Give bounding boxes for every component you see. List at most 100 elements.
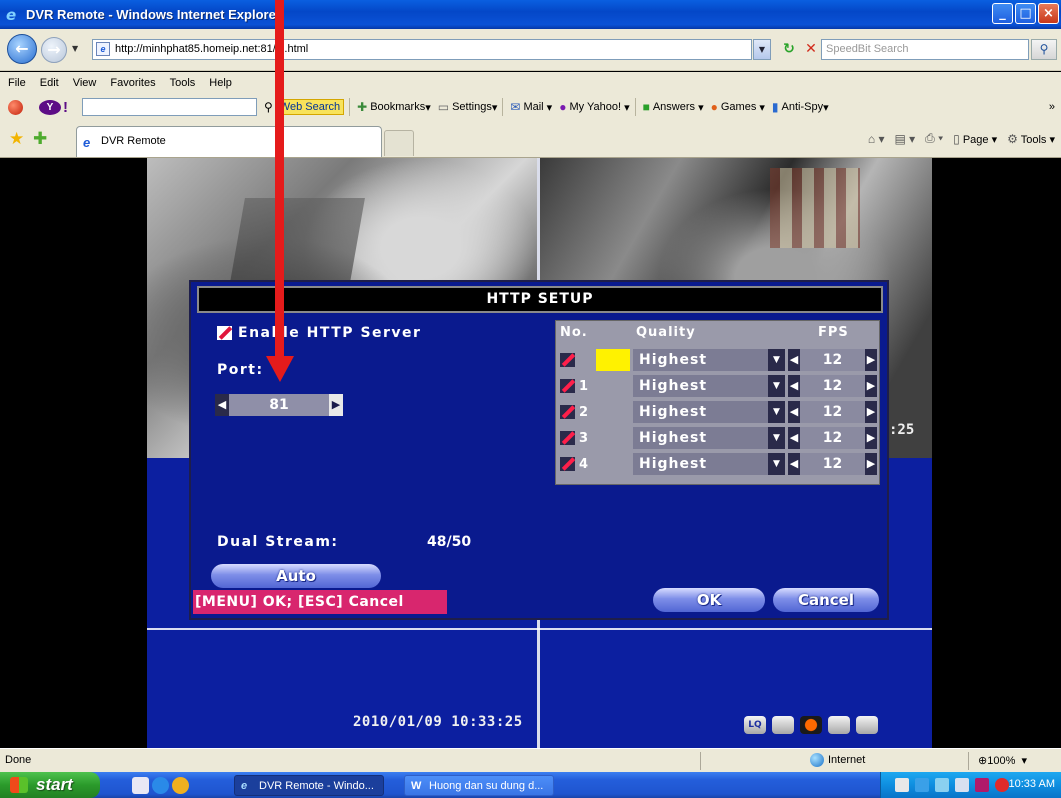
stream-quality[interactable]: Highest — [633, 349, 785, 371]
stream-checkbox[interactable] — [560, 353, 575, 367]
maximize-button[interactable]: □ — [1015, 3, 1036, 24]
quality-dropdown-icon[interactable]: ▼ — [768, 349, 785, 371]
bookmarks-button[interactable]: ✚ Bookmarks ▾ — [357, 100, 431, 114]
stream-row[interactable]: Highest ▼ ◀ 12 ▶ — [556, 347, 881, 373]
firefox-quicklaunch-icon[interactable] — [172, 777, 189, 794]
back-button[interactable]: ← — [7, 34, 37, 64]
zoom-control[interactable]: ⊕100% ▾ — [978, 754, 1027, 767]
quality-dropdown-icon[interactable]: ▼ — [768, 453, 785, 475]
anti-spy-button[interactable]: ▮ Anti-Spy ▾ — [772, 100, 829, 114]
quality-dropdown-icon[interactable]: ▼ — [768, 401, 785, 423]
port-spinner[interactable]: ◀ 81 ▶ — [215, 394, 343, 416]
port-increment-icon[interactable]: ▶ — [329, 394, 343, 416]
lq-icon[interactable]: LQ — [744, 716, 766, 734]
fps-spinner[interactable]: ◀ 12 ▶ — [788, 427, 877, 449]
auto-button[interactable]: Auto — [211, 564, 381, 588]
fps-spinner[interactable]: ◀ 12 ▶ — [788, 375, 877, 397]
address-input[interactable]: e http://minhphat85.homeip.net:81/ie.htm… — [92, 39, 752, 60]
start-button[interactable]: start — [0, 772, 100, 798]
stream-row[interactable]: 3 Highest ▼ ◀ 12 ▶ — [556, 425, 881, 451]
print-icon[interactable]: ⎙ ▾ — [925, 131, 943, 146]
menu-edit[interactable]: Edit — [40, 77, 59, 89]
quality-dropdown-icon[interactable]: ▼ — [768, 427, 785, 449]
fps-increment-icon[interactable]: ▶ — [865, 453, 877, 475]
menu-file[interactable]: File — [8, 77, 26, 89]
enable-http-checkbox-row[interactable]: Enable HTTP Server — [217, 325, 421, 341]
stop-icon[interactable]: ✕ — [801, 39, 821, 59]
forward-button[interactable]: → — [41, 37, 67, 63]
stream-quality[interactable]: Highest — [633, 375, 785, 397]
menu-tools[interactable]: Tools — [170, 77, 196, 89]
search-input[interactable]: SpeedBit Search — [821, 39, 1029, 60]
help-tray-icon[interactable] — [895, 778, 909, 792]
window-title-bar[interactable]: e DVR Remote - Windows Internet Explorer… — [0, 0, 1061, 29]
toolbar-options-icon[interactable] — [8, 99, 23, 115]
stream-checkbox[interactable] — [560, 405, 575, 419]
stream-checkbox[interactable] — [560, 431, 575, 445]
yahoo-logo-icon[interactable]: Y — [39, 99, 61, 115]
fps-increment-icon[interactable]: ▶ — [865, 427, 877, 449]
stream-row[interactable]: 1 Highest ▼ ◀ 12 ▶ — [556, 373, 881, 399]
monitor-tray-icon[interactable] — [955, 778, 969, 792]
minimize-button[interactable]: _ — [992, 3, 1013, 24]
my-yahoo-button[interactable]: ● My Yahoo! ▾ — [559, 100, 629, 114]
ok-button[interactable]: OK — [653, 588, 765, 612]
menu-help[interactable]: Help — [209, 77, 232, 89]
task-dvr-remote[interactable]: e DVR Remote - Windo... — [234, 775, 384, 796]
tab-dvr-remote[interactable]: e DVR Remote — [76, 126, 382, 157]
task-huong-dan[interactable]: W Huong dan su dung d... — [404, 775, 554, 796]
cancel-button[interactable]: Cancel — [773, 588, 879, 612]
menu-favorites[interactable]: Favorites — [110, 77, 155, 89]
home-icon[interactable]: ⌂ ▾ — [868, 132, 885, 146]
page-menu-button[interactable]: ▯ Page ▾ — [953, 132, 997, 146]
search-icon[interactable]: ⚲ — [1031, 39, 1057, 60]
address-dropdown-icon[interactable]: ▼ — [753, 39, 771, 60]
antivirus-tray-icon[interactable] — [975, 778, 989, 792]
feeds-icon[interactable]: ▤ ▾ — [894, 132, 915, 146]
port-decrement-icon[interactable]: ◀ — [215, 394, 229, 416]
quality-dropdown-icon[interactable]: ▼ — [768, 375, 785, 397]
favorites-star-icon[interactable]: ★ — [9, 129, 24, 149]
fps-increment-icon[interactable]: ▶ — [865, 401, 877, 423]
fps-decrement-icon[interactable]: ◀ — [788, 401, 800, 423]
add-favorite-icon[interactable]: ✚ — [33, 129, 47, 149]
update-tray-icon[interactable] — [995, 778, 1009, 792]
yahoo-search-input[interactable] — [82, 98, 257, 116]
ie-quicklaunch-icon[interactable] — [152, 777, 169, 794]
tools-menu-button[interactable]: ⚙ Tools ▾ — [1007, 132, 1055, 146]
fps-decrement-icon[interactable]: ◀ — [788, 453, 800, 475]
fps-decrement-icon[interactable]: ◀ — [788, 427, 800, 449]
stream-checkbox[interactable] — [560, 457, 575, 471]
fps-spinner[interactable]: ◀ 12 ▶ — [788, 349, 877, 371]
security-zone[interactable]: Internet — [810, 753, 865, 767]
fps-spinner[interactable]: ◀ 12 ▶ — [788, 453, 877, 475]
record-icon[interactable] — [800, 716, 822, 734]
stream-checkbox[interactable] — [560, 379, 575, 393]
settings-button[interactable]: ▭ Settings ▾ — [438, 100, 498, 114]
fps-spinner[interactable]: ◀ 12 ▶ — [788, 401, 877, 423]
show-desktop-icon[interactable] — [132, 777, 149, 794]
stream-row[interactable]: 4 Highest ▼ ◀ 12 ▶ — [556, 451, 881, 477]
stream-quality[interactable]: Highest — [633, 453, 785, 475]
fps-increment-icon[interactable]: ▶ — [865, 349, 877, 371]
network-icon[interactable] — [828, 716, 850, 734]
fps-increment-icon[interactable]: ▶ — [865, 375, 877, 397]
menu-view[interactable]: View — [73, 77, 97, 89]
fps-decrement-icon[interactable]: ◀ — [788, 349, 800, 371]
alarm-icon[interactable] — [856, 716, 878, 734]
refresh-icon[interactable]: ↻ — [779, 39, 799, 59]
network-tray-icon[interactable] — [915, 778, 929, 792]
mail-button[interactable]: ✉ Mail ▾ — [510, 100, 552, 114]
volume-tray-icon[interactable] — [935, 778, 949, 792]
games-button[interactable]: ● Games ▾ — [711, 100, 765, 114]
new-tab-button[interactable] — [384, 130, 414, 156]
display-icon[interactable] — [772, 716, 794, 734]
answers-button[interactable]: ■ Answers ▾ — [643, 100, 704, 114]
fps-decrement-icon[interactable]: ◀ — [788, 375, 800, 397]
stream-quality[interactable]: Highest — [633, 427, 785, 449]
stream-row[interactable]: 2 Highest ▼ ◀ 12 ▶ — [556, 399, 881, 425]
history-dropdown-icon[interactable]: ▼ — [72, 44, 78, 53]
toolbar-more-button[interactable]: » — [1049, 101, 1055, 113]
close-button[interactable]: × — [1038, 3, 1059, 24]
stream-quality[interactable]: Highest — [633, 401, 785, 423]
